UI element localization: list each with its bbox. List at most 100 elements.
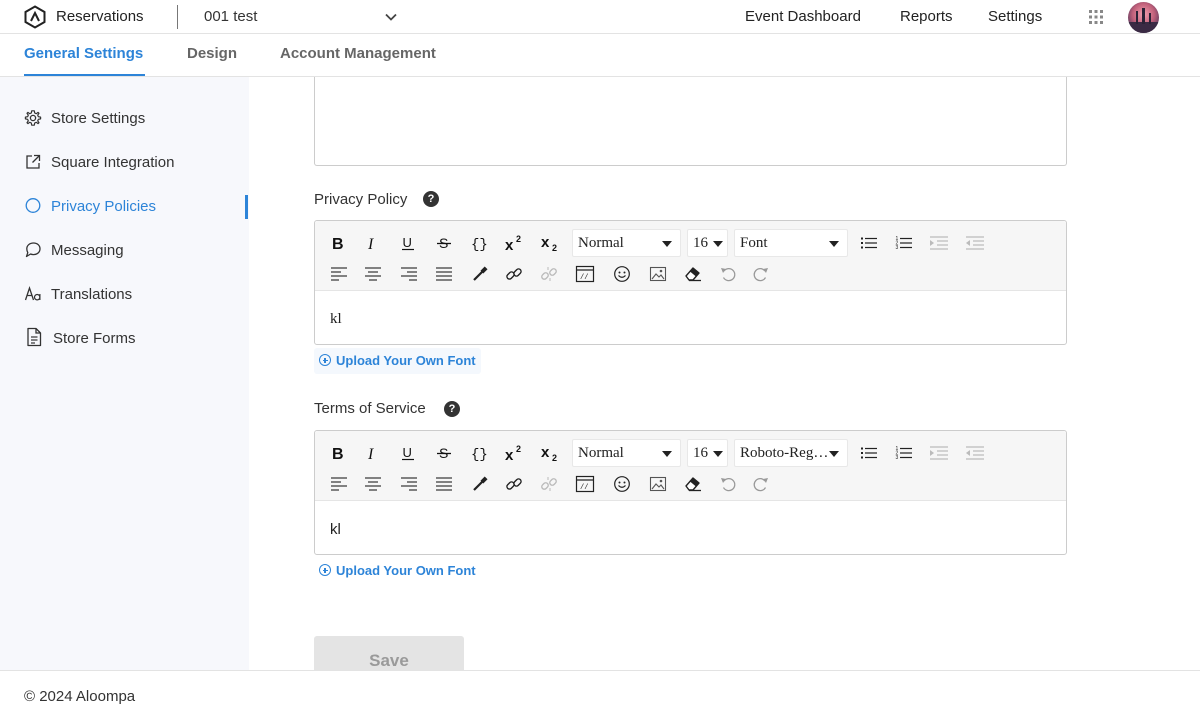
font-family-select[interactable]: Roboto-Reg… — [734, 439, 848, 467]
tab-general-settings[interactable]: General Settings — [24, 45, 143, 62]
store-selector[interactable]: 001 test — [204, 8, 400, 25]
unlink-icon[interactable] — [537, 263, 561, 285]
align-justify-icon[interactable] — [432, 263, 456, 285]
embed-icon[interactable]: // — [573, 473, 597, 495]
svg-text:B: B — [332, 446, 344, 461]
strikethrough-icon[interactable]: S — [432, 232, 456, 254]
emoji-icon[interactable] — [610, 473, 634, 495]
color-picker-icon[interactable] — [468, 473, 492, 495]
terms-of-service-editor: B I U S {} x2 x2 Normal 16 Roboto-Reg… 1… — [314, 430, 1067, 555]
sidebar-item-label: Store Forms — [53, 330, 136, 347]
italic-icon[interactable]: I — [360, 442, 384, 464]
bullet-list-icon[interactable] — [857, 232, 881, 254]
save-button[interactable]: Save — [314, 636, 464, 672]
font-size-select[interactable]: 16 — [687, 439, 728, 467]
format-select[interactable]: Normal — [572, 439, 681, 467]
help-icon[interactable]: ? — [444, 401, 460, 417]
align-left-icon[interactable] — [327, 263, 351, 285]
align-right-icon[interactable] — [397, 473, 421, 495]
sidebar-item-store-settings[interactable]: Store Settings — [24, 107, 249, 131]
align-left-icon[interactable] — [327, 473, 351, 495]
chevron-down-icon[interactable] — [384, 10, 398, 24]
sidebar-item-label: Store Settings — [51, 110, 146, 127]
redo-icon[interactable] — [749, 473, 773, 495]
app-name[interactable]: Reservations — [56, 8, 144, 25]
privacy-policy-content[interactable]: kl — [315, 291, 1066, 344]
nav-reports[interactable]: Reports — [900, 8, 953, 25]
bold-icon[interactable]: B — [326, 442, 350, 464]
align-justify-icon[interactable] — [432, 473, 456, 495]
upload-font-label: Upload Your Own Font — [336, 563, 476, 578]
svg-text:2: 2 — [516, 234, 521, 244]
outdent-icon[interactable] — [963, 442, 987, 464]
previous-text-area[interactable] — [314, 77, 1067, 166]
italic-icon[interactable]: I — [360, 232, 384, 254]
embed-icon[interactable]: // — [573, 263, 597, 285]
upload-font-link[interactable]: Upload Your Own Font — [314, 348, 481, 374]
align-center-icon[interactable] — [361, 473, 385, 495]
numbered-list-icon[interactable]: 123 — [892, 442, 916, 464]
editor-toolbar: B I U S {} x2 x2 Normal 16 Roboto-Reg… 1… — [315, 431, 1066, 501]
settings-tabs: General Settings Design Account Manageme… — [0, 34, 1200, 77]
strikethrough-icon[interactable]: S — [432, 442, 456, 464]
app-logo-icon[interactable] — [23, 5, 47, 29]
svg-text:I: I — [367, 446, 374, 461]
apps-grid-icon[interactable] — [1089, 10, 1103, 24]
underline-icon[interactable]: U — [396, 232, 420, 254]
sidebar-item-translations[interactable]: Translations — [24, 283, 249, 307]
tab-design[interactable]: Design — [187, 45, 237, 62]
plus-circle-icon — [319, 354, 331, 366]
underline-icon[interactable]: U — [396, 442, 420, 464]
align-right-icon[interactable] — [397, 263, 421, 285]
font-family-select[interactable]: Font — [734, 229, 848, 257]
upload-font-link[interactable]: Upload Your Own Font — [314, 558, 481, 584]
undo-icon[interactable] — [716, 263, 740, 285]
svg-text:x: x — [505, 237, 514, 252]
sidebar-item-messaging[interactable]: Messaging — [24, 239, 249, 263]
nav-event-dashboard[interactable]: Event Dashboard — [745, 8, 861, 25]
eraser-icon[interactable] — [681, 473, 705, 495]
color-picker-icon[interactable] — [468, 263, 492, 285]
format-select[interactable]: Normal — [572, 229, 681, 257]
link-icon[interactable] — [502, 263, 526, 285]
editor-toolbar: B I U S {} x2 x2 Normal 16 Font 123 // — [315, 221, 1066, 291]
superscript-icon[interactable]: x2 — [502, 442, 526, 464]
avatar[interactable] — [1128, 2, 1159, 33]
privacy-policy-editor: B I U S {} x2 x2 Normal 16 Font 123 // k… — [314, 220, 1067, 345]
numbered-list-icon[interactable]: 123 — [892, 232, 916, 254]
eraser-icon[interactable] — [681, 263, 705, 285]
sidebar-item-store-forms[interactable]: Store Forms — [24, 327, 249, 351]
indent-icon[interactable] — [927, 442, 951, 464]
image-icon[interactable] — [646, 263, 670, 285]
image-icon[interactable] — [646, 473, 670, 495]
terms-of-service-content[interactable]: kl — [315, 501, 1066, 554]
subscript-icon[interactable]: x2 — [538, 232, 562, 254]
emoji-icon[interactable] — [610, 263, 634, 285]
superscript-icon[interactable]: x2 — [502, 232, 526, 254]
plus-circle-icon — [319, 564, 331, 576]
subscript-icon[interactable]: x2 — [538, 442, 562, 464]
sidebar-item-square-integration[interactable]: Square Integration — [24, 151, 249, 175]
font-size-select[interactable]: 16 — [687, 229, 728, 257]
redo-icon[interactable] — [749, 263, 773, 285]
svg-text:U: U — [403, 445, 412, 460]
align-center-icon[interactable] — [361, 263, 385, 285]
code-block-icon[interactable]: {} — [467, 232, 491, 254]
tab-account-management[interactable]: Account Management — [280, 45, 436, 62]
undo-icon[interactable] — [716, 473, 740, 495]
sidebar-item-label: Messaging — [51, 242, 124, 259]
bold-icon[interactable]: B — [326, 232, 350, 254]
link-icon[interactable] — [502, 473, 526, 495]
indent-icon[interactable] — [927, 232, 951, 254]
unlink-icon[interactable] — [537, 473, 561, 495]
nav-settings[interactable]: Settings — [988, 8, 1042, 25]
code-block-icon[interactable]: {} — [467, 442, 491, 464]
font-family-value: Font — [740, 235, 768, 251]
outdent-icon[interactable] — [963, 232, 987, 254]
top-bar: Reservations 001 test Event Dashboard Re… — [0, 0, 1200, 34]
sidebar-item-privacy-policies[interactable]: Privacy Policies — [24, 195, 249, 219]
format-select-value: Normal — [578, 445, 624, 461]
font-family-value: Roboto-Reg… — [740, 445, 829, 461]
help-icon[interactable]: ? — [423, 191, 439, 207]
bullet-list-icon[interactable] — [857, 442, 881, 464]
